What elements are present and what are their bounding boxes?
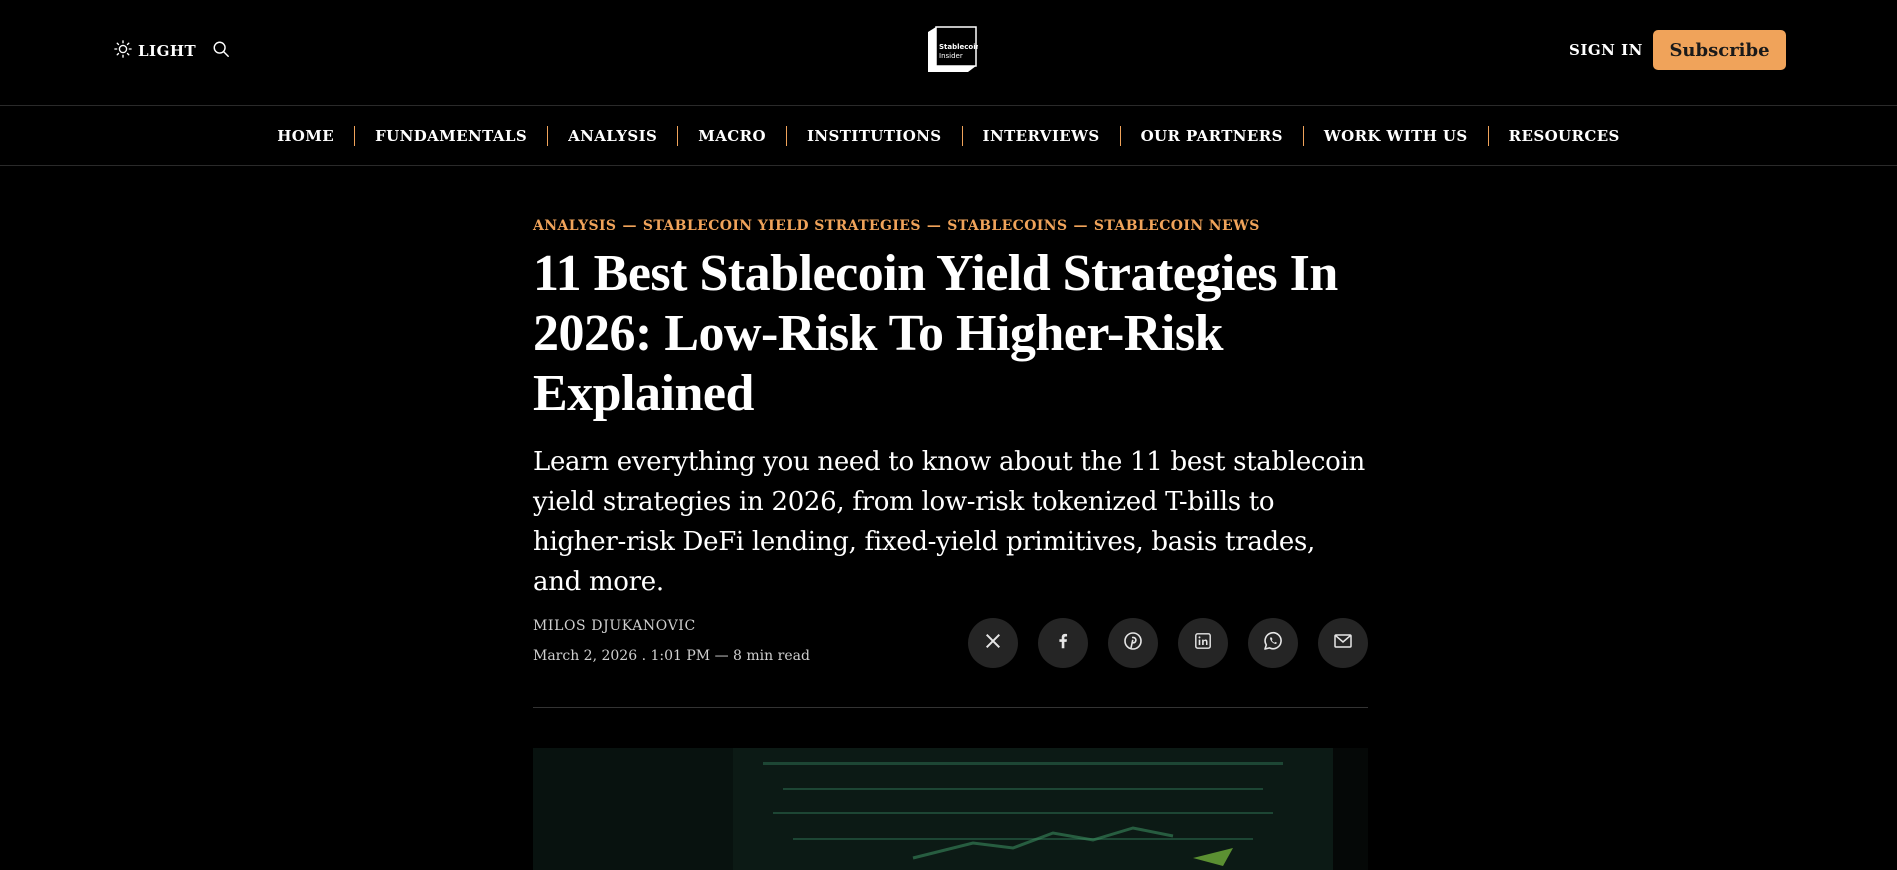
linkedin-icon xyxy=(1194,632,1212,654)
author-name[interactable]: MILOS DJUKANOVIC xyxy=(533,618,696,634)
publish-date: March 2, 2026 xyxy=(533,648,638,664)
signin-link[interactable]: SIGN IN xyxy=(1569,41,1643,59)
nav-item-interviews[interactable]: INTERVIEWS xyxy=(963,127,1120,145)
header-divider xyxy=(533,707,1368,708)
nav-item-work-with-us[interactable]: WORK WITH US xyxy=(1304,127,1488,145)
site-header: LIGHT Stablecoin Insider SIGN IN Subscri… xyxy=(0,0,1897,105)
share-x-button[interactable] xyxy=(968,618,1018,668)
logo-text-line1: Stablecoin xyxy=(939,43,978,51)
category-link[interactable]: STABLECOIN NEWS xyxy=(1094,218,1260,234)
whatsapp-icon xyxy=(1262,630,1284,656)
theme-toggle-label: LIGHT xyxy=(138,42,197,60)
nav-item-resources[interactable]: RESOURCES xyxy=(1489,127,1640,145)
nav-item-fundamentals[interactable]: FUNDAMENTALS xyxy=(355,127,547,145)
dateline: March 2, 2026 . 1:01 PM — 8 min read xyxy=(533,648,810,664)
sun-icon xyxy=(114,40,132,62)
nav-item-our-partners[interactable]: OUR PARTNERS xyxy=(1121,127,1303,145)
facebook-icon xyxy=(1054,632,1072,654)
category-link[interactable]: STABLECOINS xyxy=(947,218,1067,234)
search-icon xyxy=(212,41,230,62)
share-whatsapp-button[interactable] xyxy=(1248,618,1298,668)
site-logo[interactable]: Stablecoin Insider xyxy=(924,26,981,76)
article-title: 11 Best Stablecoin Yield Strategies In 2… xyxy=(533,245,1338,422)
share-buttons xyxy=(968,618,1368,668)
nav-item-institutions[interactable]: INSTITUTIONS xyxy=(787,127,962,145)
logo-text-line2: Insider xyxy=(939,52,963,60)
publish-time: 1:01 PM xyxy=(650,648,711,664)
category-breadcrumb: ANALYSIS — STABLECOIN YIELD STRATEGIES — STA… xyxy=(533,218,1260,234)
nav-item-macro[interactable]: MACRO xyxy=(678,127,786,145)
main-nav: HOME FUNDAMENTALS ANALYSIS MACRO INSTITU… xyxy=(0,105,1897,166)
share-email-button[interactable] xyxy=(1318,618,1368,668)
email-icon xyxy=(1333,631,1353,655)
category-link[interactable]: ANALYSIS xyxy=(533,218,616,234)
article-meta: MILOS DJUKANOVIC March 2, 2026 . 1:01 PM… xyxy=(533,618,1368,680)
share-facebook-button[interactable] xyxy=(1038,618,1088,668)
share-pinterest-button[interactable] xyxy=(1108,618,1158,668)
hero-image xyxy=(533,748,1368,870)
article-subtitle: Learn everything you need to know about … xyxy=(533,447,1365,597)
category-link[interactable]: STABLECOIN YIELD STRATEGIES xyxy=(643,218,921,234)
theme-toggle[interactable]: LIGHT xyxy=(114,40,196,62)
x-icon xyxy=(984,632,1002,654)
article-header: ANALYSIS — STABLECOIN YIELD STRATEGIES — STA… xyxy=(533,218,1368,680)
read-time: 8 min read xyxy=(733,648,810,664)
pinterest-icon xyxy=(1123,631,1143,655)
subscribe-button[interactable]: Subscribe xyxy=(1653,30,1786,70)
nav-item-home[interactable]: HOME xyxy=(257,127,354,145)
share-linkedin-button[interactable] xyxy=(1178,618,1228,668)
nav-item-analysis[interactable]: ANALYSIS xyxy=(548,127,677,145)
search-button[interactable] xyxy=(212,40,230,62)
